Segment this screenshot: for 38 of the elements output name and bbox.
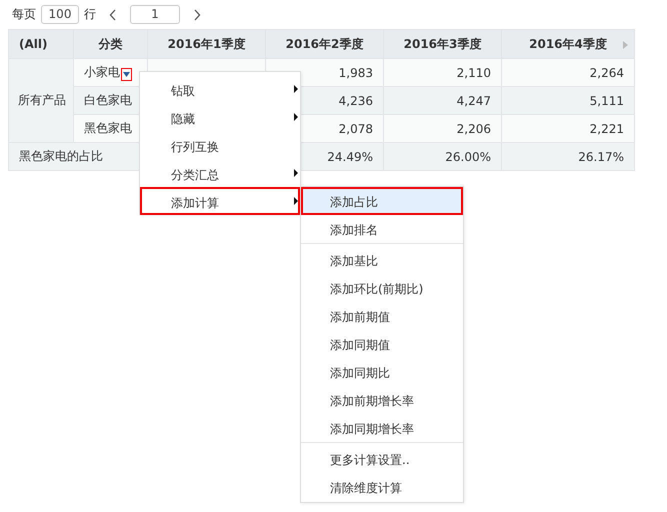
- row-group-cell: 所有产品: [8, 58, 74, 142]
- next-icon[interactable]: [193, 8, 201, 20]
- value-cell: 26.17%: [578, 150, 624, 164]
- column-header: 2016年2季度: [266, 30, 384, 58]
- per-page-label: 每页: [12, 6, 36, 23]
- column-header: 2016年3季度: [384, 30, 502, 58]
- value-cell: 2,264: [590, 66, 624, 80]
- per-page-field[interactable]: 100: [41, 5, 79, 24]
- value-cell: 2,206: [456, 122, 491, 136]
- menu-item[interactable]: 添加前期增长率: [301, 386, 463, 414]
- menu-item[interactable]: 添加排名: [301, 215, 463, 243]
- menu-item[interactable]: 清除维度计算: [301, 473, 463, 501]
- menu-item[interactable]: 添加同期比: [301, 358, 463, 386]
- menu-item[interactable]: 添加占比: [301, 187, 463, 215]
- value-cell: 4,247: [456, 94, 491, 108]
- menu-item[interactable]: 添加同期增长率: [301, 414, 463, 442]
- column-header: 2016年1季度: [148, 30, 266, 58]
- page-field[interactable]: 1: [130, 5, 180, 24]
- previous-icon[interactable]: [109, 8, 117, 20]
- value-cell: 1,983: [338, 66, 373, 80]
- column-header: 2016年4季度: [502, 30, 634, 58]
- menu-item[interactable]: 添加环比(前期比): [301, 274, 463, 302]
- dropdown-icon[interactable]: [121, 68, 132, 81]
- value-cell: 24.49%: [327, 150, 373, 164]
- menu-item[interactable]: 更多计算设置..: [301, 445, 463, 473]
- value-cell: 4,236: [338, 94, 373, 108]
- column-header: (All): [8, 30, 74, 58]
- value-cell: 2,110: [456, 66, 491, 80]
- menu-item[interactable]: 添加基比: [301, 246, 463, 274]
- value-cell: 26.00%: [445, 150, 491, 164]
- menu-item[interactable]: 添加计算: [140, 187, 300, 215]
- menu-item[interactable]: 添加前期值: [301, 302, 463, 330]
- value-cell: 5,111: [590, 94, 624, 108]
- column-header: 分类: [74, 30, 148, 58]
- menu-item[interactable]: 添加同期值: [301, 330, 463, 358]
- rows-label: 行: [84, 6, 96, 23]
- value-cell: 2,221: [590, 122, 624, 136]
- value-cell: 2,078: [338, 122, 373, 136]
